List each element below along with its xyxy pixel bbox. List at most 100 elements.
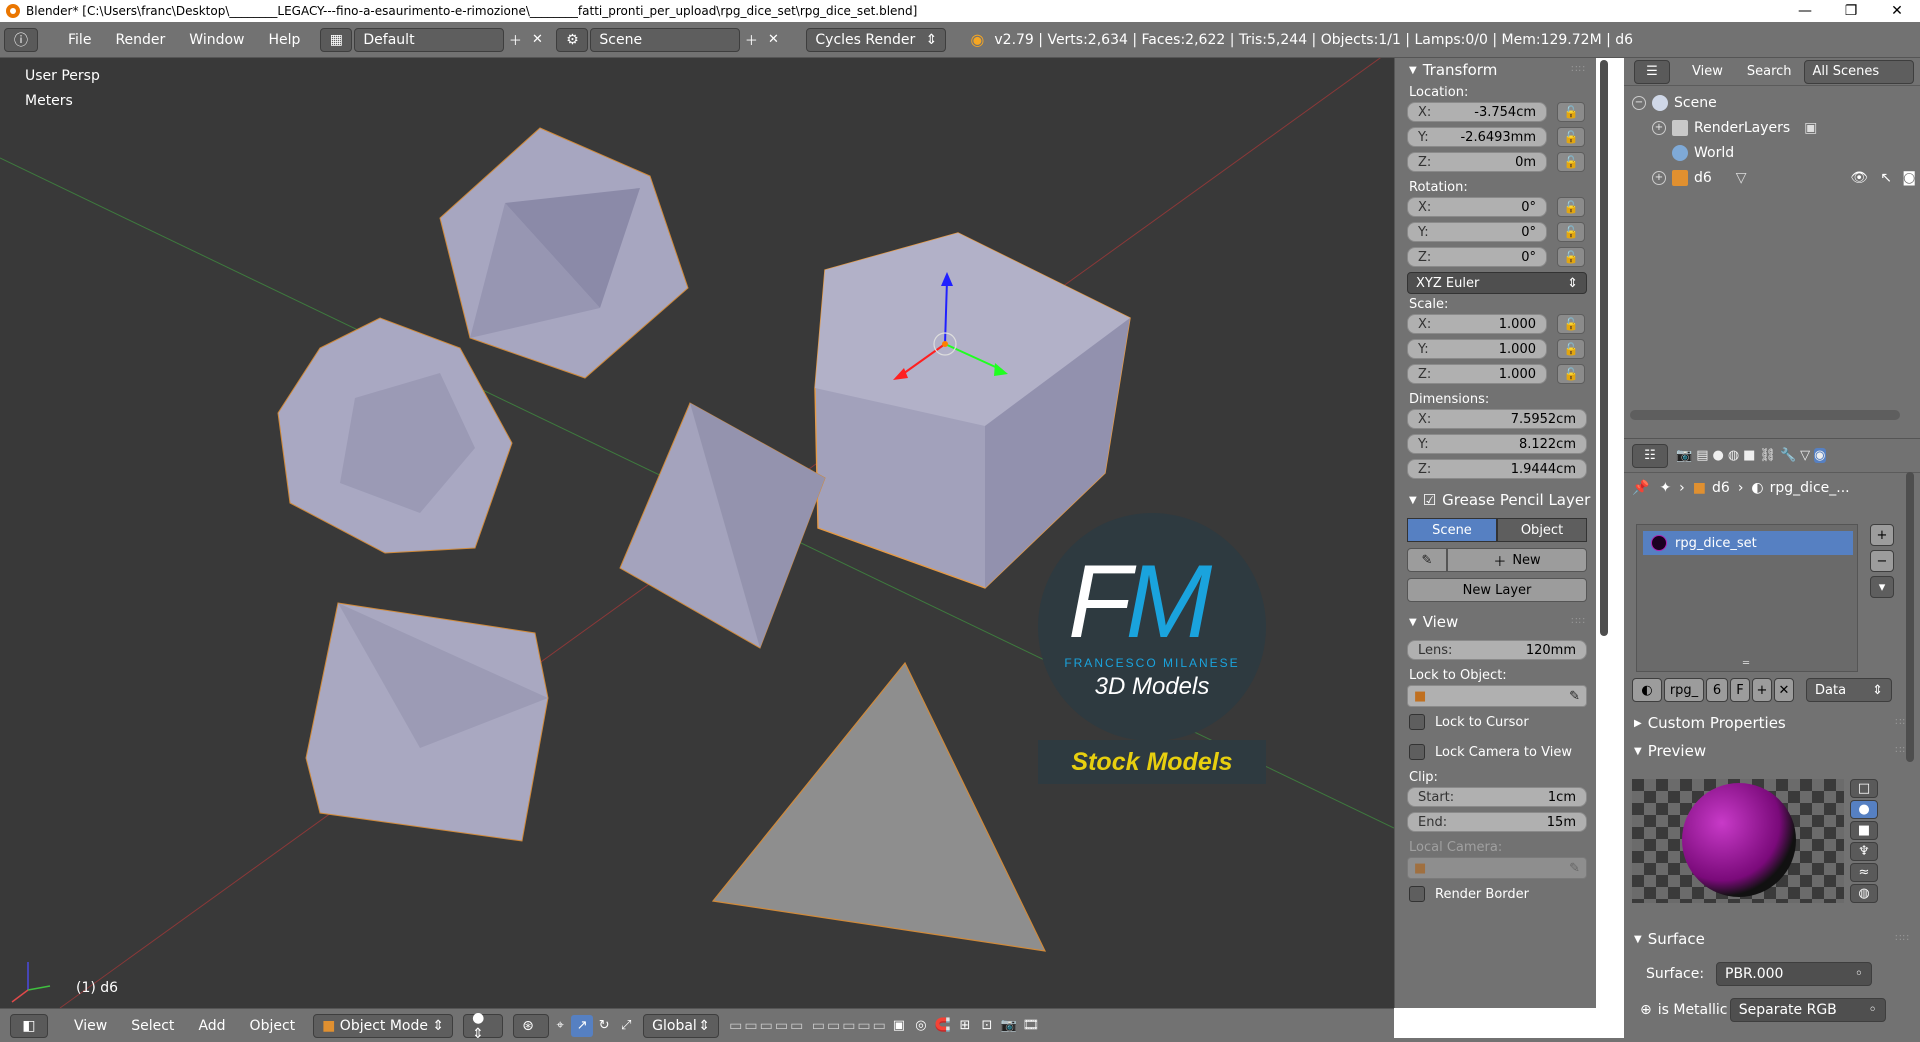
properties-scrollbar[interactable] [1906, 472, 1914, 762]
screen-layout-field[interactable]: Default [354, 27, 505, 52]
constraints-tab-icon[interactable]: ⛓ [1759, 448, 1776, 463]
surface-header[interactable]: ▼ Surface ∷∷ [1624, 927, 1920, 951]
location-y-field[interactable]: Y: -2.6493mm [1407, 127, 1547, 147]
lock-object-field[interactable]: ■ ✎ [1407, 685, 1587, 707]
3d-viewport[interactable]: User Persp Meters (1) d6 FM FRANCESCO MI… [0, 58, 1394, 1008]
lock-icon[interactable]: 🔓 [1557, 197, 1585, 217]
preview-cube-icon[interactable]: ■ [1850, 821, 1878, 840]
layers-tab-icon[interactable]: ▤ [1696, 448, 1708, 463]
preview-monkey-icon[interactable]: ♆ [1850, 842, 1878, 861]
remove-layout-icon[interactable]: ✕ [526, 29, 548, 51]
maximize-button[interactable]: ❐ [1828, 0, 1874, 22]
manipulator-toggle-icon[interactable]: ⌖ [549, 1015, 571, 1037]
material-slot-list[interactable]: rpg_dice_set ═ [1636, 524, 1858, 672]
scale-x-field[interactable]: X: 1.000 [1407, 314, 1547, 334]
material-link-select[interactable]: Data ⇕ [1806, 678, 1892, 702]
menu-file[interactable]: File [56, 32, 103, 48]
outliner-hscrollbar[interactable] [1630, 410, 1900, 420]
close-button[interactable]: ✕ [1874, 0, 1920, 22]
rotation-x-field[interactable]: X: 0° [1407, 197, 1547, 217]
modifiers-tab-icon[interactable]: 🔧 [1780, 448, 1796, 463]
menu-render[interactable]: Render [103, 32, 177, 48]
material-browse-icon[interactable]: ◐ [1632, 678, 1662, 702]
view-panel-header[interactable]: ▼ View ∷∷ [1395, 610, 1596, 634]
screen-layout-icon[interactable]: ▦ [320, 27, 353, 52]
transform-panel-header[interactable]: ▼ Transform ∷∷ [1395, 58, 1596, 82]
interaction-mode-select[interactable]: ■ Object Mode ⇕ [313, 1013, 454, 1038]
rotate-manipulator-icon[interactable]: ↻ [593, 1015, 615, 1037]
drag-grip-icon[interactable]: ∷∷ [1895, 933, 1910, 944]
link-icon[interactable]: ⊕ [1640, 1002, 1652, 1018]
cursor-icon[interactable]: ↖ [1880, 170, 1892, 186]
lock-to-cursor-checkbox[interactable]: Lock to Cursor [1395, 707, 1596, 737]
eyedropper-icon[interactable]: ✎ [1569, 689, 1580, 704]
rotation-mode-select[interactable]: XYZ Euler ⇕ [1407, 272, 1587, 294]
editor-type-info-icon[interactable]: ⓘ [4, 27, 38, 52]
eye-icon[interactable]: 👁 [1850, 170, 1868, 186]
preview-flat-icon[interactable]: □ [1850, 779, 1878, 798]
tree-item-d6[interactable]: + d6 ▽ 👁 ↖ ◙ [1624, 165, 1920, 190]
preview-hair-icon[interactable]: ≈ [1850, 863, 1878, 882]
grease-object-button[interactable]: Object [1497, 518, 1587, 542]
custom-properties-header[interactable]: ▶ Custom Properties ∷∷ [1624, 711, 1920, 735]
object-tab-icon[interactable]: ■ [1743, 448, 1755, 463]
dimensions-x-field[interactable]: X: 7.5952cm [1407, 409, 1587, 429]
outliner-display-mode[interactable]: All Scenes [1803, 59, 1914, 84]
grease-new-button[interactable]: ＋ New [1447, 548, 1587, 572]
local-camera-field[interactable]: ■ ✎ [1407, 857, 1587, 879]
transform-orientation-select[interactable]: Global ⇕ [643, 1013, 720, 1038]
tree-item-scene[interactable]: − Scene [1624, 90, 1920, 115]
collapse-icon[interactable]: − [1632, 95, 1646, 110]
preview-sphere-icon[interactable]: ● [1850, 800, 1878, 819]
scale-manipulator-icon[interactable]: ⤢ [615, 1015, 637, 1037]
minimize-button[interactable]: — [1782, 0, 1828, 22]
remove-scene-icon[interactable]: ✕ [762, 29, 784, 51]
npanel-scrollbar[interactable] [1600, 60, 1608, 636]
pencil-icon[interactable]: ✎ [1407, 548, 1447, 572]
material-users-count[interactable]: 6 [1706, 678, 1728, 702]
render-camera-icon[interactable]: ◙ [1902, 170, 1916, 186]
new-material-icon[interactable]: + [1752, 678, 1772, 702]
opengl-animation-icon[interactable]: 🎞 [1020, 1015, 1042, 1037]
lock-icon[interactable]: 🔓 [1557, 247, 1585, 267]
menu-window[interactable]: Window [177, 32, 256, 48]
tree-item-renderlayers[interactable]: + RenderLayers ▣ [1624, 115, 1920, 140]
preview-header[interactable]: ▼ Preview ∷∷ [1624, 739, 1920, 763]
material-tab-icon[interactable]: ◉ [1814, 448, 1826, 463]
translate-manipulator-icon[interactable]: ↗ [571, 1014, 594, 1037]
scene-icon[interactable]: ⚙ [556, 27, 589, 52]
lock-icon[interactable]: 🔓 [1557, 152, 1585, 172]
outliner-view-menu[interactable]: View [1680, 64, 1735, 79]
opengl-render-icon[interactable]: 📷 [998, 1015, 1020, 1037]
scale-z-field[interactable]: Z: 1.000 [1407, 364, 1547, 384]
remove-slot-icon[interactable]: − [1870, 550, 1894, 572]
grease-pencil-panel-header[interactable]: ▼ ☑ Grease Pencil Layer [1395, 488, 1596, 512]
tree-item-world[interactable]: World [1624, 140, 1920, 165]
fake-user-button[interactable]: F [1730, 678, 1750, 702]
add-layout-icon[interactable]: ＋ [504, 29, 526, 51]
rotation-z-field[interactable]: Z: 0° [1407, 247, 1547, 267]
material-name-field[interactable]: rpg_ [1664, 678, 1704, 702]
lock-icon[interactable]: 🔓 [1557, 364, 1585, 384]
menu-view[interactable]: View [62, 1018, 119, 1034]
drag-grip-icon[interactable]: ∷∷ [1571, 64, 1586, 75]
metallic-input-select[interactable]: Separate RGB ◦ [1729, 998, 1886, 1022]
viewport-shading-select[interactable]: ● ⇕ [463, 1010, 504, 1042]
lock-icon[interactable]: 🔓 [1557, 314, 1585, 334]
menu-help[interactable]: Help [256, 32, 312, 48]
dimensions-z-field[interactable]: Z: 1.9444cm [1407, 459, 1587, 479]
eyedropper-icon[interactable]: ✎ [1569, 861, 1580, 876]
surface-shader-select[interactable]: PBR.000 ◦ [1716, 962, 1872, 986]
material-slot-item[interactable]: rpg_dice_set [1643, 531, 1853, 555]
new-layer-button[interactable]: New Layer [1407, 578, 1587, 602]
lens-field[interactable]: Lens: 120mm [1407, 640, 1587, 660]
slot-menu-icon[interactable]: ▾ [1870, 576, 1894, 598]
scene-field[interactable]: Scene [590, 27, 741, 52]
add-slot-icon[interactable]: + [1870, 524, 1894, 546]
snap-icon[interactable]: 🧲 [932, 1015, 954, 1037]
outliner-search-menu[interactable]: Search [1735, 64, 1804, 79]
editor-type-3dview-icon[interactable]: ◧ [10, 1013, 48, 1038]
d4-die[interactable] [711, 661, 1047, 952]
world-tab-icon[interactable]: ◍ [1728, 448, 1739, 463]
menu-add[interactable]: Add [186, 1018, 237, 1034]
